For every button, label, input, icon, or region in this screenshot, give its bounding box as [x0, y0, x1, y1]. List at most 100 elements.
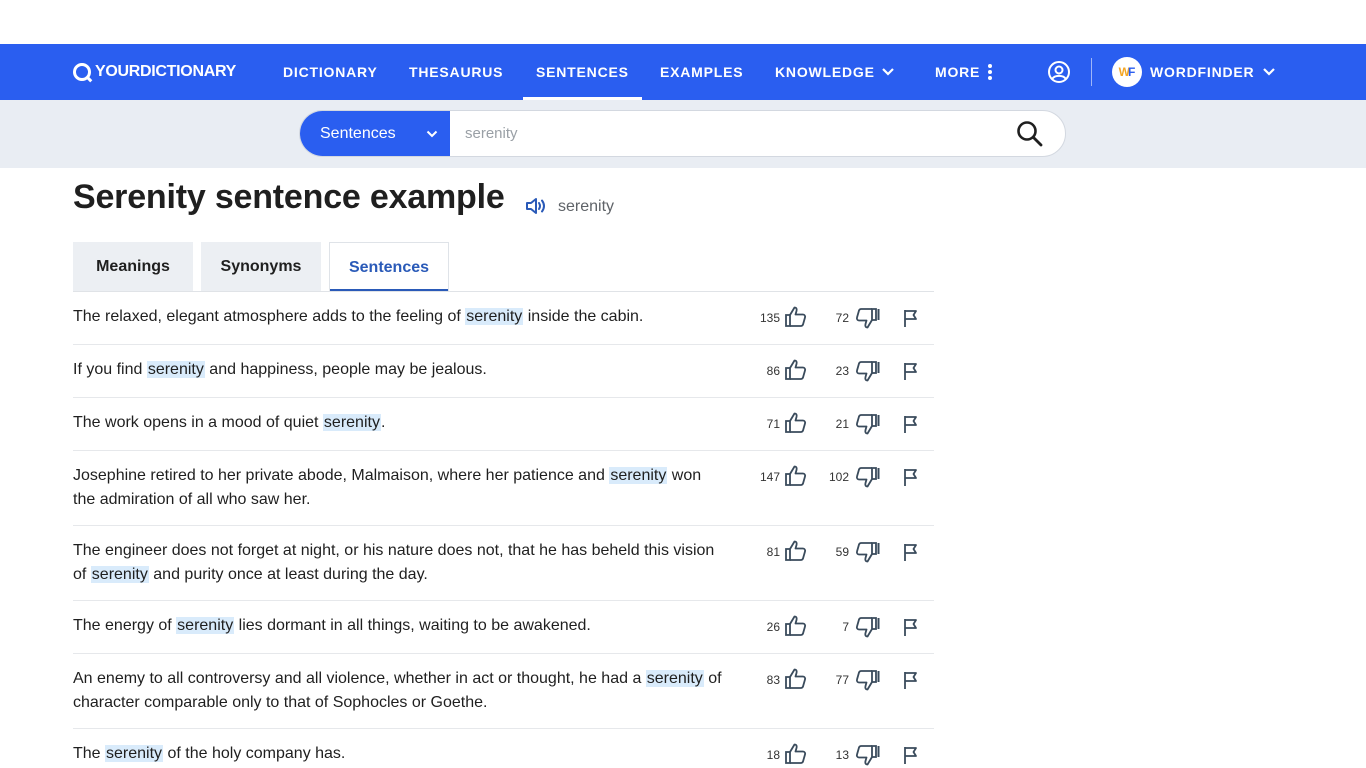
nav-more-label: MORE [935, 64, 981, 80]
sentence-text-after: and purity once at least during the day. [148, 566, 428, 583]
vote-controls: 83 77 [764, 654, 934, 728]
search-input[interactable] [450, 111, 995, 156]
sentence-row: An enemy to all controversy and all viol… [73, 654, 934, 729]
sentence-text-after: of the holy company has. [163, 745, 346, 762]
upvote-count: 71 [766, 417, 780, 431]
vote-controls: 26 7 [764, 601, 934, 653]
sentence-text: An enemy to all controversy and all viol… [73, 654, 723, 715]
sentence-text-after: and happiness, people may be jealous. [204, 361, 487, 378]
thumbs-down-icon[interactable] [854, 616, 880, 638]
sentence-row: If you find serenity and happiness, peop… [73, 345, 934, 398]
top-blank-strip [0, 0, 1366, 44]
wordfinder-label: WORDFINDER [1150, 64, 1255, 80]
sentence-text: The relaxed, elegant atmosphere adds to … [73, 292, 723, 329]
thumbs-down-icon[interactable] [854, 466, 880, 488]
highlighted-word: serenity [609, 467, 668, 484]
nav-dictionary[interactable]: DICTIONARY [283, 44, 378, 100]
speaker-icon[interactable] [525, 196, 547, 216]
thumbs-up-icon[interactable] [784, 305, 808, 327]
downvote-count: 23 [835, 364, 849, 378]
thumbs-down-icon[interactable] [854, 669, 880, 691]
wordfinder-menu[interactable]: WF WORDFINDER [1112, 56, 1276, 88]
highlighted-word: serenity [176, 617, 235, 634]
upvote-count: 83 [766, 673, 780, 687]
search-category-select[interactable]: Sentences [300, 111, 450, 156]
nav-divider [1091, 58, 1092, 86]
thumbs-down-icon[interactable] [854, 360, 880, 382]
upvote-count: 18 [766, 748, 780, 762]
highlighted-word: serenity [105, 745, 164, 762]
flag-icon[interactable] [902, 745, 919, 765]
sentence-list: The relaxed, elegant atmosphere adds to … [73, 292, 934, 768]
upvote-count: 26 [766, 620, 780, 634]
pronunciation-text: serenity [558, 198, 615, 215]
thumbs-up-icon[interactable] [784, 358, 808, 380]
search-icon [1017, 120, 1043, 146]
sentence-text-before: An enemy to all controversy and all viol… [73, 670, 646, 687]
sentence-text: The engineer does not forget at night, o… [73, 526, 723, 587]
thumbs-down-icon[interactable] [854, 541, 880, 563]
top-navigation-bar: YOURDICTIONARY DICTIONARY THESAURUS SENT… [0, 44, 1366, 100]
thumbs-up-icon[interactable] [784, 411, 808, 433]
thumbs-up-icon[interactable] [784, 464, 808, 486]
site-logo[interactable]: YOURDICTIONARY [73, 63, 236, 81]
flag-icon[interactable] [902, 308, 919, 328]
flag-icon[interactable] [902, 670, 919, 690]
thumbs-down-icon[interactable] [854, 413, 880, 435]
sentence-text: The work opens in a mood of quiet sereni… [73, 398, 723, 435]
downvote-count: 102 [828, 470, 849, 484]
vote-controls: 135 72 [760, 292, 934, 344]
downvote-count: 72 [835, 311, 849, 325]
chevron-down-icon [426, 130, 438, 138]
flag-icon[interactable] [902, 414, 919, 434]
flag-icon[interactable] [902, 467, 919, 487]
highlighted-word: serenity [146, 361, 205, 378]
thumbs-up-icon[interactable] [784, 667, 808, 689]
user-account-icon[interactable] [1047, 60, 1071, 84]
flag-icon[interactable] [902, 361, 919, 381]
tab-synonyms[interactable]: Synonyms [201, 242, 321, 292]
search-category-label: Sentences [320, 124, 396, 142]
downvote-count: 21 [835, 417, 849, 431]
thumbs-up-icon[interactable] [784, 539, 808, 561]
nav-more[interactable]: MORE [935, 44, 994, 100]
logo-text: YOURDICTIONARY [95, 63, 236, 80]
downvote-count: 7 [842, 620, 849, 634]
vote-controls: 71 21 [764, 398, 934, 450]
search-band: Sentences [0, 100, 1366, 168]
highlighted-word: serenity [465, 308, 524, 325]
sentence-row: The energy of serenity lies dormant in a… [73, 601, 934, 654]
upvote-count: 81 [766, 545, 780, 559]
tab-sentences[interactable]: Sentences [329, 242, 449, 292]
page-title: Serenity sentence example [73, 178, 505, 216]
vote-controls: 81 59 [764, 526, 934, 600]
nav-examples[interactable]: EXAMPLES [660, 44, 743, 100]
sentence-text-before: The relaxed, elegant atmosphere adds to … [73, 308, 466, 325]
nav-knowledge[interactable]: KNOWLEDGE [775, 44, 895, 100]
highlighted-word: serenity [90, 566, 149, 583]
more-vertical-icon [988, 64, 993, 80]
thumbs-down-icon[interactable] [854, 744, 880, 766]
thumbs-up-icon[interactable] [784, 614, 808, 636]
vote-controls: 147 102 [760, 451, 934, 525]
sentence-row: The serenity of the holy company has. 18 1… [73, 729, 934, 768]
thumbs-up-icon[interactable] [784, 742, 808, 764]
sentence-text-after: inside the cabin. [523, 308, 644, 325]
thumbs-down-icon[interactable] [854, 307, 880, 329]
sentence-text-before: The energy of [73, 617, 177, 634]
upvote-count: 86 [766, 364, 780, 378]
sentence-text: The energy of serenity lies dormant in a… [73, 601, 723, 638]
vote-controls: 18 13 [764, 729, 934, 768]
sentence-text-after: lies dormant in all things, waiting to b… [234, 617, 591, 634]
tab-meanings[interactable]: Meanings [73, 242, 193, 292]
flag-icon[interactable] [902, 617, 919, 637]
nav-sentences[interactable]: SENTENCES [523, 44, 642, 100]
nav-thesaurus[interactable]: THESAURUS [409, 44, 503, 100]
flag-icon[interactable] [902, 542, 919, 562]
sentence-text-before: If you find [73, 361, 147, 378]
highlighted-word: serenity [322, 414, 381, 431]
chevron-down-icon [881, 68, 894, 76]
sentence-text-before: The [73, 745, 106, 762]
chevron-down-icon [1263, 68, 1276, 76]
search-button[interactable] [995, 111, 1065, 156]
